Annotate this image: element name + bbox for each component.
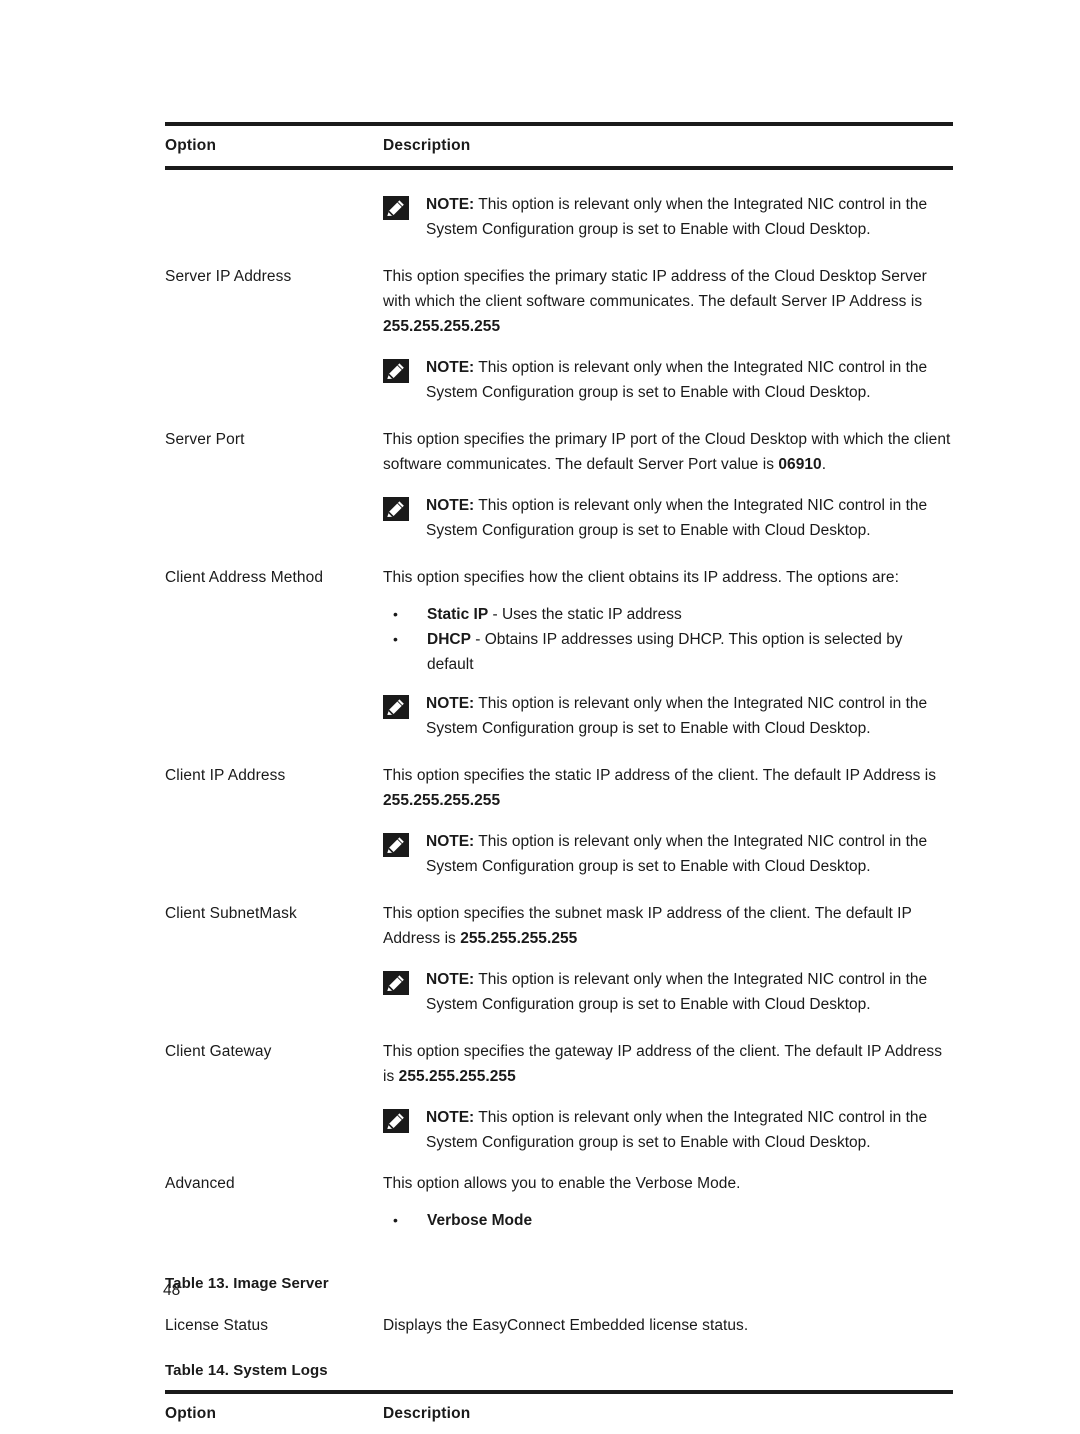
table-row: Client Address Method This option specif… — [165, 565, 953, 590]
table-row: Client IP Address This option specifies … — [165, 763, 953, 813]
table-row: Advanced This option allows you to enabl… — [165, 1171, 953, 1196]
note-pencil-icon — [383, 971, 411, 995]
desc-bold: 255.255.255.255 — [383, 792, 501, 809]
note-body: This option is relevant only when the In… — [426, 1109, 928, 1151]
list-item: • Static IP - Uses the static IP address — [383, 602, 953, 627]
note-pencil-icon — [383, 1109, 411, 1133]
note-pencil-icon — [383, 359, 411, 383]
row-description: This option specifies how the client obt… — [383, 565, 953, 590]
row-description: This option specifies the subnet mask IP… — [383, 901, 953, 951]
document-page: Option Description NOTE: This option is … — [0, 0, 1080, 1434]
row-description: This option specifies the static IP addr… — [383, 763, 953, 813]
note-lead: NOTE: — [426, 695, 475, 712]
page-content: Option Description NOTE: This option is … — [165, 122, 953, 1434]
table14-caption: Table 14. System Logs — [165, 1362, 328, 1379]
list-item-strong: Static IP — [427, 606, 489, 623]
note-pencil-icon — [383, 833, 411, 857]
list-item-rest: - Obtains IP addresses using DHCP. This … — [427, 631, 903, 673]
list-item: • DHCP - Obtains IP addresses using DHCP… — [383, 627, 953, 677]
table-row: Client SubnetMask This option specifies … — [165, 901, 953, 951]
note-body: This option is relevant only when the In… — [426, 971, 928, 1013]
table14-header-option: Option — [165, 1405, 217, 1422]
note-block: NOTE: This option is relevant only when … — [383, 192, 953, 242]
note-lead: NOTE: — [426, 1109, 475, 1126]
table14-header-row: Option Description — [165, 1394, 953, 1434]
list-item-text: Static IP - Uses the static IP address — [427, 602, 953, 627]
advanced-bullets: • Verbose Mode — [383, 1208, 953, 1233]
row-option-label: Advanced — [165, 1175, 235, 1192]
row-option-label: Client Address Method — [165, 569, 324, 586]
note-block: NOTE: This option is relevant only when … — [383, 493, 953, 543]
note-text: NOTE: This option is relevant only when … — [426, 691, 953, 741]
note-lead: NOTE: — [426, 833, 475, 850]
table-row: Client Gateway This option specifies the… — [165, 1039, 953, 1089]
note-block: NOTE: This option is relevant only when … — [383, 1105, 953, 1155]
table12-header-row: Option Description — [165, 126, 953, 166]
note-pencil-icon — [383, 497, 411, 521]
desc-pre: This option specifies the primary static… — [383, 268, 927, 310]
note-text: NOTE: This option is relevant only when … — [426, 493, 953, 543]
list-item-strong: Verbose Mode — [427, 1212, 533, 1229]
note-text: NOTE: This option is relevant only when … — [426, 967, 953, 1017]
table12-header-option: Option — [165, 137, 217, 154]
list-item-text: DHCP - Obtains IP addresses using DHCP. … — [427, 627, 953, 677]
note-lead: NOTE: — [426, 359, 475, 376]
note-pencil-icon — [383, 695, 411, 719]
page-number: 48 — [163, 1282, 181, 1299]
desc-pre: This option specifies the static IP addr… — [383, 767, 937, 784]
desc-pre: This option specifies the primary IP por… — [383, 431, 951, 473]
list-item-rest: - Uses the static IP address — [488, 606, 682, 623]
list-item: • Verbose Mode — [383, 1208, 953, 1233]
note-block: NOTE: This option is relevant only when … — [383, 829, 953, 879]
desc-bold: 255.255.255.255 — [383, 318, 501, 335]
list-item-strong: DHCP — [427, 631, 471, 648]
table14-header-description: Description — [383, 1405, 471, 1422]
row-description: Displays the EasyConnect Embedded licens… — [383, 1317, 749, 1334]
note-body: This option is relevant only when the In… — [426, 497, 928, 539]
table13-caption: Table 13. Image Server — [165, 1275, 329, 1292]
note-text: NOTE: This option is relevant only when … — [426, 355, 953, 405]
table-row: License Status Displays the EasyConnect … — [165, 1313, 953, 1338]
row-option-label: Client IP Address — [165, 767, 286, 784]
desc-post: . — [821, 456, 827, 473]
row-description: This option specifies the primary static… — [383, 264, 953, 339]
note-lead: NOTE: — [426, 971, 475, 988]
bullet-icon: • — [393, 631, 398, 647]
row-description: This option allows you to enable the Ver… — [383, 1171, 953, 1196]
row-description: This option specifies the primary IP por… — [383, 427, 953, 477]
row-option-label: License Status — [165, 1317, 269, 1334]
row-option-label: Client SubnetMask — [165, 905, 297, 922]
note-pencil-icon — [383, 196, 411, 220]
table12-header-description: Description — [383, 137, 471, 154]
note-text: NOTE: This option is relevant only when … — [426, 829, 953, 879]
note-body: This option is relevant only when the In… — [426, 695, 928, 737]
note-block: NOTE: This option is relevant only when … — [383, 967, 953, 1017]
table-row: Server Port This option specifies the pr… — [165, 427, 953, 477]
client-address-method-bullets: • Static IP - Uses the static IP address… — [383, 602, 953, 677]
note-lead: NOTE: — [426, 196, 475, 213]
note-block: NOTE: This option is relevant only when … — [383, 691, 953, 741]
desc-bold: 255.255.255.255 — [460, 930, 578, 947]
desc-bold: 06910 — [778, 456, 822, 473]
bullet-icon: • — [393, 1212, 398, 1228]
bullet-icon: • — [393, 606, 398, 622]
row-option-label: Server Port — [165, 431, 245, 448]
note-block: NOTE: This option is relevant only when … — [383, 355, 953, 405]
note-body: This option is relevant only when the In… — [426, 833, 928, 875]
desc-pre: This option allows you to enable the Ver… — [383, 1175, 741, 1192]
row-option-label: Client Gateway — [165, 1043, 272, 1060]
note-body: This option is relevant only when the In… — [426, 196, 928, 238]
row-description: This option specifies the gateway IP add… — [383, 1039, 953, 1089]
desc-pre: This option specifies how the client obt… — [383, 569, 899, 586]
note-text: NOTE: This option is relevant only when … — [426, 1105, 953, 1155]
desc-bold: 255.255.255.255 — [398, 1068, 516, 1085]
list-item-text: Verbose Mode — [427, 1208, 953, 1233]
note-body: This option is relevant only when the In… — [426, 359, 928, 401]
table-row: Server IP Address This option specifies … — [165, 264, 953, 339]
row-option-label: Server IP Address — [165, 268, 292, 285]
note-lead: NOTE: — [426, 497, 475, 514]
note-text: NOTE: This option is relevant only when … — [426, 192, 953, 242]
